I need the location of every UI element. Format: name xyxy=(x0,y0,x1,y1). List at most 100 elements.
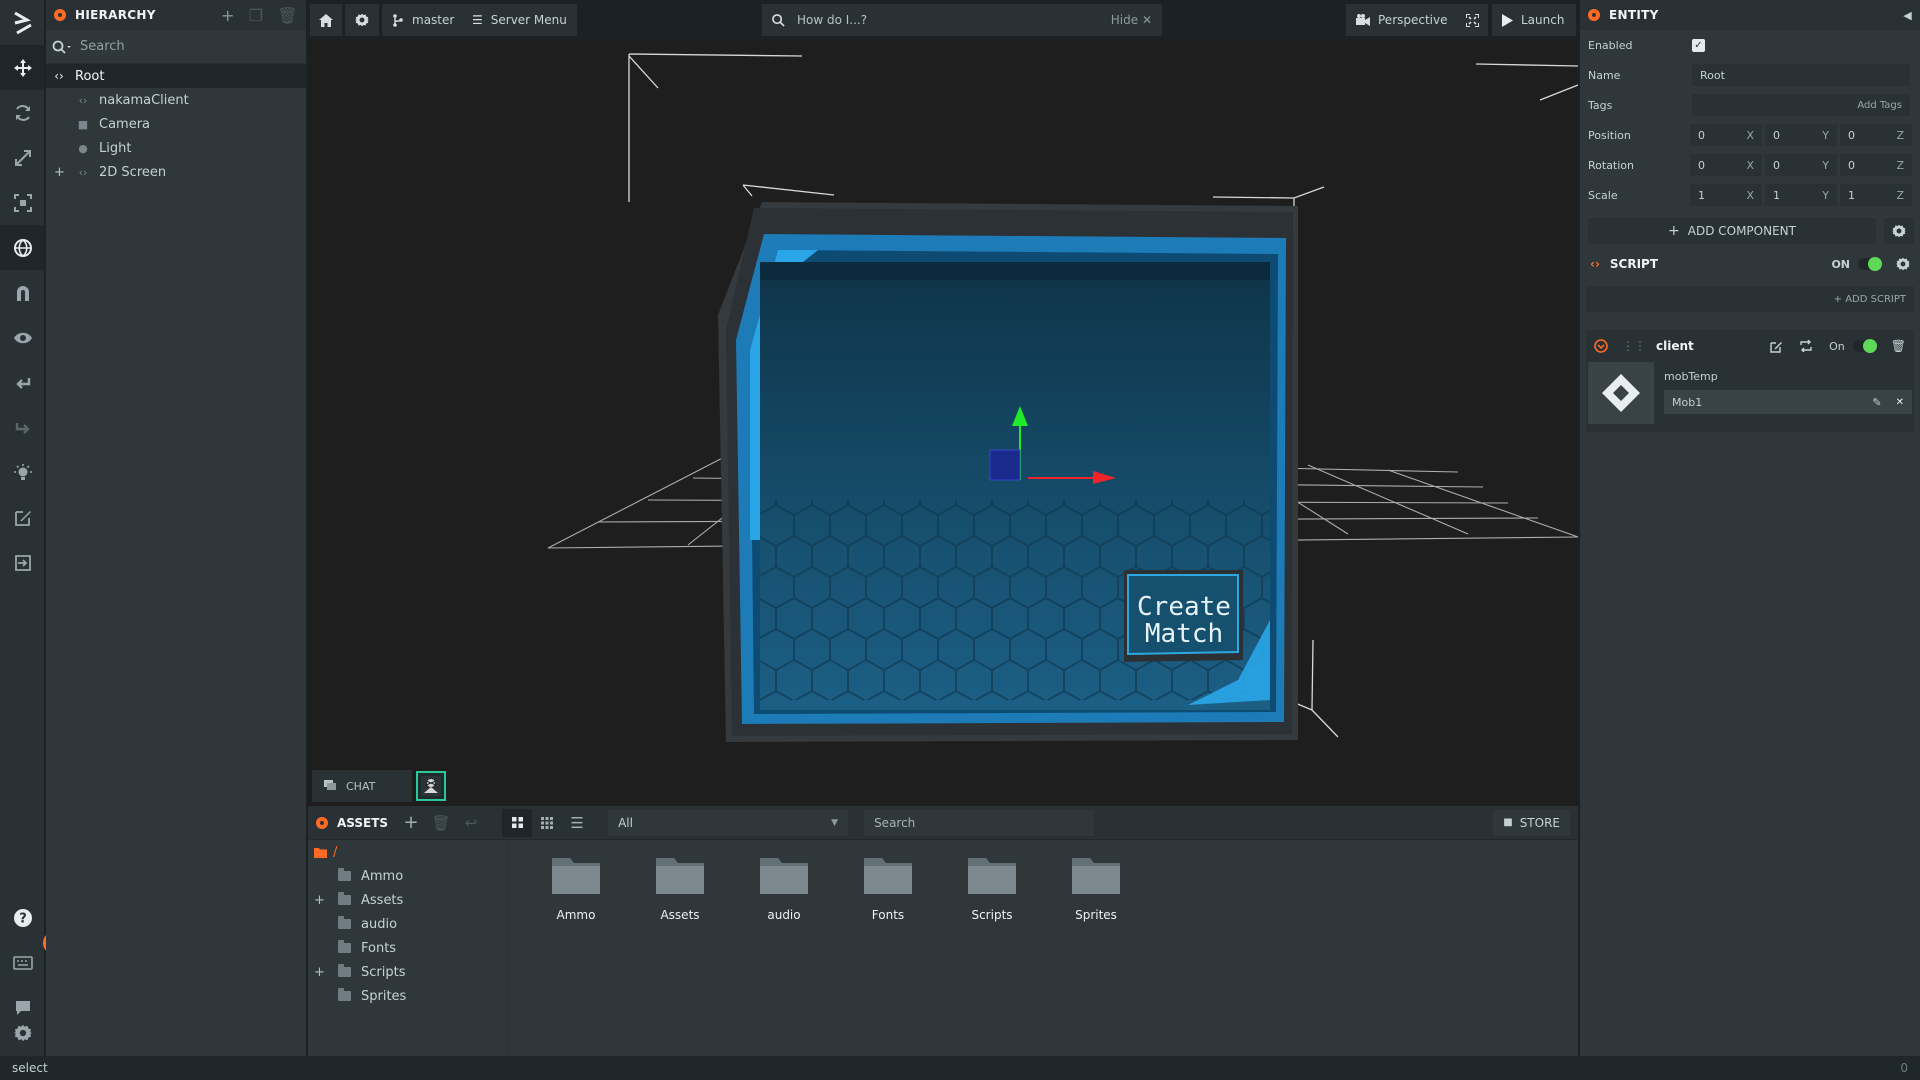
lightmapper-bulb-icon[interactable] xyxy=(0,450,45,495)
script-instance-toggle[interactable] xyxy=(1852,339,1877,353)
rotation-z-field[interactable]: 0Z xyxy=(1840,154,1912,176)
clear-icon[interactable]: ✕ xyxy=(1896,397,1904,408)
code-editor-icon[interactable] xyxy=(0,495,45,540)
translate-tool-icon[interactable] xyxy=(0,45,45,90)
tree-item-camera[interactable]: ■ Camera xyxy=(46,112,306,136)
collapse-script-icon[interactable] xyxy=(1594,339,1608,353)
tags-field[interactable]: Add Tags xyxy=(1692,94,1910,116)
field-value: 1 xyxy=(1848,188,1855,202)
user-avatar[interactable] xyxy=(416,771,446,801)
search-icon[interactable] xyxy=(52,40,72,54)
expand-icon[interactable]: + xyxy=(314,965,325,980)
snap-magnet-icon[interactable] xyxy=(0,270,45,315)
asset-tile-fonts[interactable]: Fonts xyxy=(836,856,940,922)
panel-collapse-icon[interactable] xyxy=(316,816,328,829)
asset-tile-sprites[interactable]: Sprites xyxy=(1044,856,1148,922)
asset-tile-audio[interactable]: audio xyxy=(732,856,836,922)
help-icon[interactable]: ? xyxy=(0,895,45,940)
server-menu-button[interactable]: ☰ Server Menu xyxy=(462,4,577,36)
viewport[interactable]: Create Match CHAT xyxy=(308,40,1578,806)
collapse-arrow-icon[interactable]: ◀ xyxy=(1903,9,1912,22)
camera-select-button[interactable]: Perspective xyxy=(1346,4,1458,36)
undo-icon[interactable] xyxy=(0,360,45,405)
asset-tree-item-scripts[interactable]: + Scripts xyxy=(308,960,507,984)
tree-item-2d-screen[interactable]: + ‹› 2D Screen xyxy=(46,160,306,184)
help-search-input[interactable] xyxy=(797,13,1111,27)
publish-icon[interactable] xyxy=(0,540,45,585)
component-settings-button[interactable] xyxy=(1884,218,1914,244)
entity-icon: ‹› xyxy=(78,93,88,107)
hide-help-button[interactable]: Hide ✕ xyxy=(1111,13,1152,27)
asset-tree-item-fonts[interactable]: Fonts xyxy=(308,936,507,960)
edit-script-icon[interactable] xyxy=(1770,340,1783,353)
rotation-y-field[interactable]: 0Y xyxy=(1765,154,1837,176)
drag-handle-icon[interactable]: ⋮⋮ xyxy=(1622,339,1646,353)
settings-gear-icon[interactable] xyxy=(0,1010,45,1055)
grid-large-view-icon[interactable] xyxy=(502,808,533,837)
scene-canvas[interactable]: Create Match xyxy=(308,40,1578,806)
position-z-field[interactable]: 0Z xyxy=(1840,124,1912,146)
enabled-checkbox[interactable]: ✓ xyxy=(1692,38,1705,52)
create-match-button[interactable]: Create Match xyxy=(1124,570,1243,662)
delete-asset-icon[interactable]: 🗑︎ xyxy=(426,809,456,837)
position-x-field[interactable]: 0X xyxy=(1690,124,1762,146)
asset-tree-root[interactable]: / xyxy=(308,840,507,864)
scale-x-field[interactable]: 1X xyxy=(1690,184,1762,206)
branch-button[interactable]: master xyxy=(382,4,465,36)
expand-icon[interactable]: + xyxy=(54,165,65,180)
rotation-x-field[interactable]: 0X xyxy=(1690,154,1762,176)
rotate-tool-icon[interactable] xyxy=(0,90,45,135)
expand-icon[interactable]: + xyxy=(314,893,325,908)
add-script-button[interactable]: + ADD SCRIPT xyxy=(1586,286,1914,312)
attribute-asset-field[interactable]: Mob1 ✎ ✕ xyxy=(1664,390,1912,414)
undo-icon[interactable]: ↩︎ xyxy=(456,809,486,837)
delete-icon[interactable]: 🗑︎ xyxy=(277,6,298,25)
asset-tile-scripts[interactable]: Scripts xyxy=(940,856,1044,922)
asset-tree-item-sprites[interactable]: Sprites xyxy=(308,984,507,1008)
chat-tab[interactable]: CHAT xyxy=(312,770,412,802)
focus-eye-icon[interactable] xyxy=(0,315,45,360)
add-component-button[interactable]: + ADD COMPONENT xyxy=(1588,218,1876,244)
tree-item-light[interactable]: ● Light xyxy=(46,136,306,160)
scale-tool-icon[interactable] xyxy=(0,135,45,180)
add-asset-icon[interactable]: + xyxy=(396,809,426,837)
scale-y-field[interactable]: 1Y xyxy=(1765,184,1837,206)
redo-icon[interactable] xyxy=(0,405,45,450)
logo-icon[interactable] xyxy=(0,0,45,45)
home-button[interactable] xyxy=(310,4,342,36)
settings-button[interactable] xyxy=(345,4,379,36)
add-entity-icon[interactable]: + xyxy=(221,6,235,25)
tree-item-nakamaclient[interactable]: ‹› nakamaClient xyxy=(46,88,306,112)
script-component-header[interactable]: ‹› SCRIPT ON xyxy=(1580,248,1920,280)
gear-icon[interactable] xyxy=(1896,257,1910,271)
asset-type-filter[interactable]: All ▼ xyxy=(608,809,849,836)
asset-search-input[interactable] xyxy=(864,809,1095,836)
asset-tree-item-audio[interactable]: audio xyxy=(308,912,507,936)
assets-panel: ASSETS + 🗑︎ ↩︎ ☰ All ▼ ■ STORE / Ammo +A… xyxy=(308,806,1578,1056)
asset-tree-item-assets[interactable]: + Assets xyxy=(308,888,507,912)
panel-collapse-icon[interactable] xyxy=(1588,9,1600,21)
grid-small-view-icon[interactable] xyxy=(532,809,562,837)
asset-tile-ammo[interactable]: Ammo xyxy=(524,856,628,922)
duplicate-icon[interactable]: ❐ xyxy=(249,6,264,25)
world-space-icon[interactable] xyxy=(0,225,45,270)
position-y-field[interactable]: 0Y xyxy=(1765,124,1837,146)
launch-button[interactable]: Launch xyxy=(1492,4,1576,36)
delete-script-icon[interactable]: 🗑︎ xyxy=(1891,339,1906,353)
asset-tile-assets[interactable]: Assets xyxy=(628,856,732,922)
resize-element-icon[interactable] xyxy=(0,180,45,225)
hierarchy-search-input[interactable] xyxy=(80,39,280,54)
pencil-icon[interactable]: ✎ xyxy=(1872,396,1881,409)
fullscreen-button[interactable] xyxy=(1456,4,1488,36)
name-field[interactable]: Root xyxy=(1692,64,1910,86)
list-view-icon[interactable]: ☰ xyxy=(562,809,592,837)
script-enabled-toggle[interactable] xyxy=(1858,257,1882,271)
panel-collapse-icon[interactable] xyxy=(54,9,66,21)
asset-thumbnail[interactable] xyxy=(1588,362,1654,424)
store-button[interactable]: ■ STORE xyxy=(1493,809,1570,836)
scale-z-field[interactable]: 1Z xyxy=(1840,184,1912,206)
keyboard-icon[interactable] xyxy=(0,940,45,985)
asset-tree-item-ammo[interactable]: Ammo xyxy=(308,864,507,888)
reload-script-icon[interactable] xyxy=(1799,340,1813,352)
tree-item-root[interactable]: ‹› Root xyxy=(46,64,306,88)
